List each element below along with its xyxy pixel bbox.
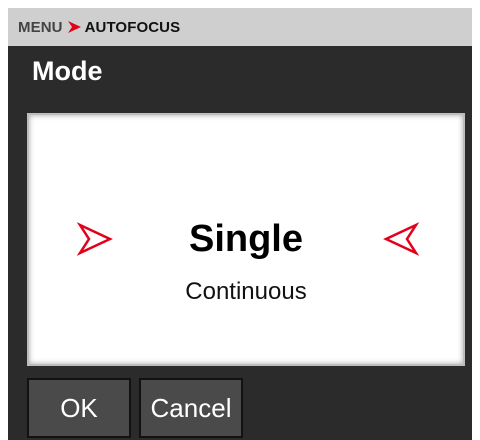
mode-selector[interactable]: Single Continuous xyxy=(27,113,465,366)
arrow-left-outline-icon[interactable] xyxy=(383,222,419,256)
ok-button[interactable]: OK xyxy=(27,378,131,438)
breadcrumb: MENU AUTOFOCUS xyxy=(8,8,472,46)
breadcrumb-current: AUTOFOCUS xyxy=(84,18,181,36)
cancel-button[interactable]: Cancel xyxy=(139,378,243,438)
section-title: Mode xyxy=(32,56,103,86)
chevron-right-icon xyxy=(67,21,81,33)
mode-option-continuous[interactable]: Continuous xyxy=(29,277,463,307)
breadcrumb-menu-link[interactable]: MENU xyxy=(18,19,63,36)
autofocus-mode-screen: MENU AUTOFOCUS Mode Single Continuous OK… xyxy=(0,0,480,440)
